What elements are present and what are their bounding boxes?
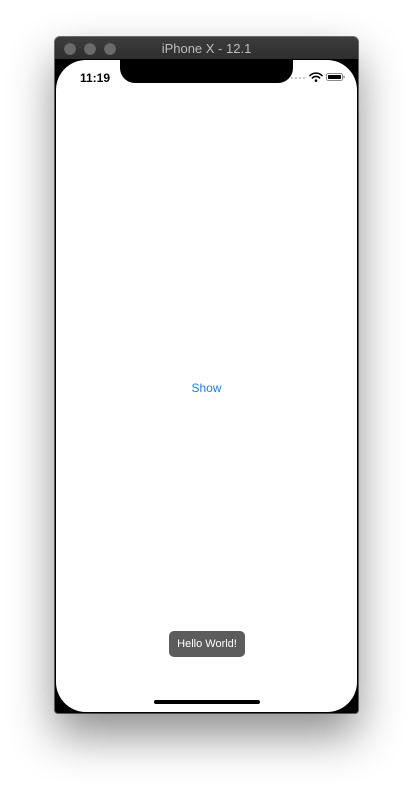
notch bbox=[120, 60, 293, 83]
cellular-dots-icon bbox=[291, 77, 307, 79]
show-button[interactable]: Show bbox=[176, 378, 237, 398]
status-bar-time: 11:19 bbox=[80, 71, 111, 85]
device-frame: 11:19 Show Hello World! bbox=[55, 59, 358, 713]
window-titlebar: iPhone X - 12.1 bbox=[55, 37, 358, 60]
window-title: iPhone X - 12.1 bbox=[161, 41, 252, 56]
wifi-icon bbox=[309, 72, 323, 82]
device-screen: 11:19 Show Hello World! bbox=[56, 60, 357, 712]
battery-icon bbox=[326, 73, 345, 81]
canvas: iPhone X - 12.1 11:19 Show Hello World! bbox=[0, 0, 413, 786]
home-indicator[interactable] bbox=[154, 700, 260, 704]
simulator-window: iPhone X - 12.1 11:19 Show Hello World! bbox=[55, 37, 358, 713]
toast-message: Hello World! bbox=[169, 631, 245, 657]
